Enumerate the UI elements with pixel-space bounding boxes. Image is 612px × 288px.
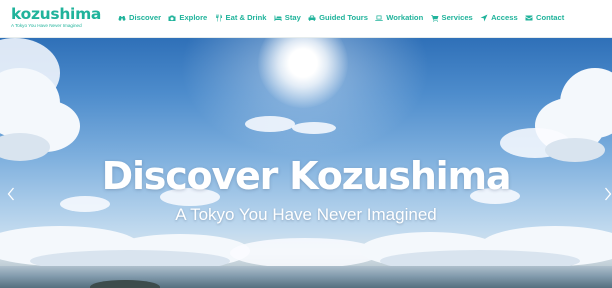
main-nav: Discover Explore Eat & Drink Stay Guided…	[118, 13, 564, 22]
cloud	[230, 238, 380, 268]
logo-name[interactable]: kozushima	[11, 6, 111, 22]
hero-title: Discover Kozushima	[101, 154, 512, 198]
cart-icon	[430, 14, 439, 22]
site-logo[interactable]: kozushima A Tokyo You Have Never Imagine…	[11, 6, 111, 29]
nav-item-access[interactable]: Access	[480, 13, 518, 22]
chevron-right-icon	[604, 187, 612, 201]
nav-item-label: Eat & Drink	[225, 13, 267, 22]
nav-item-contact[interactable]: Contact	[525, 13, 564, 22]
car-icon	[308, 14, 316, 22]
nav-item-label: Workation	[386, 13, 424, 22]
camera-icon	[168, 14, 176, 22]
nav-item-label: Services	[441, 13, 473, 22]
slider-prev-button[interactable]	[4, 184, 18, 204]
cloud	[245, 116, 295, 132]
hero-slider: Discover Kozushima A Tokyo You Have Neve…	[0, 38, 612, 288]
bed-icon	[274, 14, 282, 22]
chevron-left-icon	[7, 187, 15, 201]
nav-item-guided-tours[interactable]: Guided Tours	[308, 13, 368, 22]
nav-item-explore[interactable]: Explore	[168, 13, 207, 22]
nav-item-label: Stay	[284, 13, 301, 22]
nav-item-services[interactable]: Services	[430, 13, 473, 22]
site-header: kozushima A Tokyo You Have Never Imagine…	[0, 0, 612, 38]
nav-item-label: Contact	[535, 13, 565, 22]
nav-item-label: Access	[491, 13, 518, 22]
logo-tagline: A Tokyo You Have Never Imagined	[11, 23, 82, 28]
hero-subtitle: A Tokyo You Have Never Imagined	[175, 205, 437, 224]
island	[90, 280, 160, 288]
utensils-icon	[215, 14, 223, 22]
slider-next-button[interactable]	[601, 184, 612, 204]
nav-item-label: Guided Tours	[319, 13, 368, 22]
nav-item-workation[interactable]: Workation	[375, 13, 423, 22]
nav-item-eat-drink[interactable]: Eat & Drink	[215, 13, 267, 22]
nav-item-label: Explore	[179, 13, 208, 22]
cloud	[292, 122, 336, 134]
envelope-icon	[525, 14, 533, 22]
binoculars-icon	[118, 14, 126, 22]
laptop-icon	[375, 14, 383, 22]
nav-item-discover[interactable]: Discover	[118, 13, 161, 22]
nav-item-stay[interactable]: Stay	[274, 13, 301, 22]
nav-item-label: Discover	[129, 13, 162, 22]
location-arrow-icon	[480, 14, 488, 22]
